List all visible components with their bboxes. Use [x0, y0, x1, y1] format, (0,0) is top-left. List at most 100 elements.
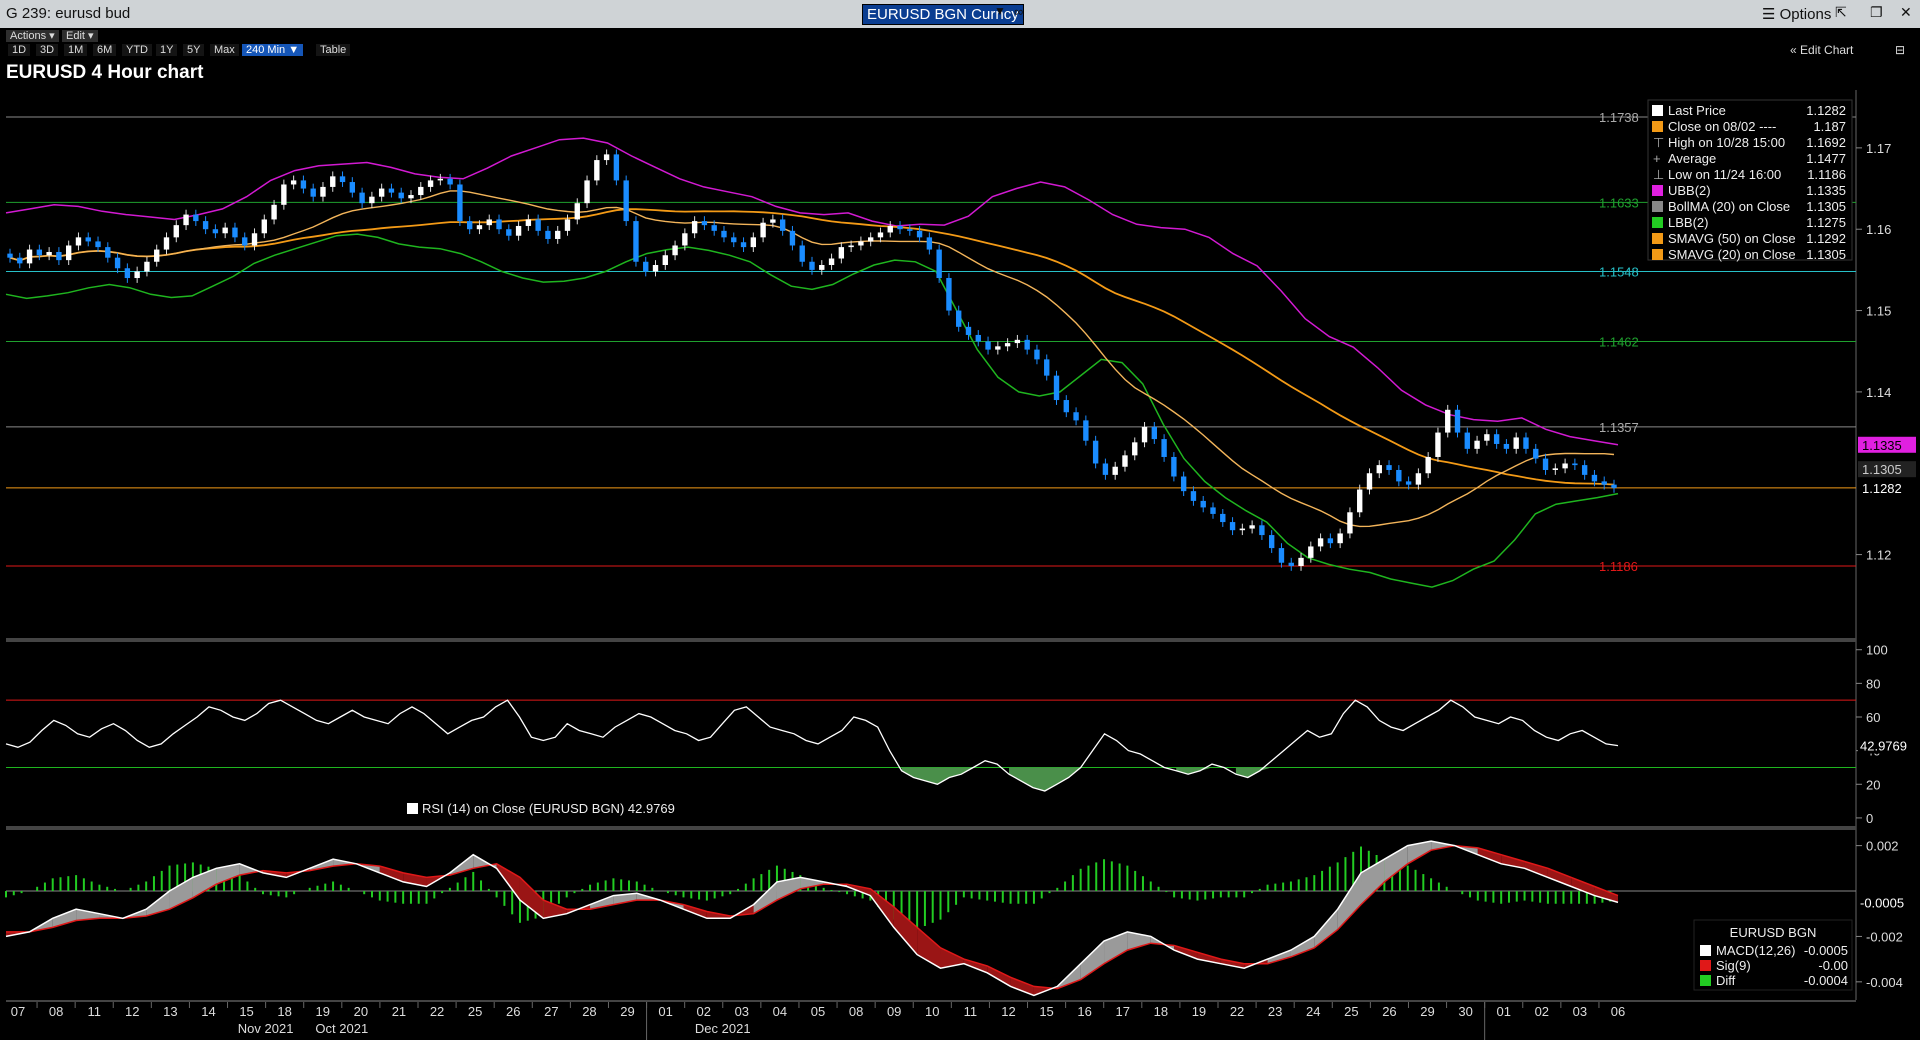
candle-body	[965, 326, 972, 335]
candle-body	[281, 184, 287, 205]
candle-body	[300, 180, 307, 189]
x-tick-label: 12	[1001, 1004, 1015, 1019]
candle-body	[760, 222, 766, 238]
candle-body	[369, 196, 375, 204]
xaxis-divider	[6, 1000, 1856, 1002]
candle-body	[633, 221, 639, 262]
candle-body	[65, 245, 72, 261]
x-tick-label: 26	[1382, 1004, 1396, 1019]
x-tick-label: 16	[1077, 1004, 1091, 1019]
candle-body	[916, 230, 923, 238]
lower-bollinger-band	[5, 233, 1619, 588]
candle-body	[1503, 443, 1510, 449]
candle-body	[1092, 440, 1099, 464]
x-tick-label: 03	[1573, 1004, 1587, 1019]
x-tick-label: 25	[468, 1004, 482, 1019]
candle-body	[711, 225, 717, 231]
macd-signal-fill	[169, 877, 193, 910]
candle-body	[1239, 528, 1246, 531]
candle-body	[975, 334, 981, 342]
candle-body	[1327, 538, 1334, 544]
candle-body	[242, 237, 248, 246]
chart-canvas[interactable]: 1.17 1.16 1.15 1.14 1.12 1.1738 1.1633 1.1548 1.…	[0, 0, 1920, 1040]
legend-value: 1.1692	[1806, 135, 1846, 150]
candle-body	[1523, 437, 1529, 449]
candle-body	[163, 237, 170, 250]
candle-body	[1317, 538, 1324, 547]
candle-body	[310, 188, 316, 197]
candle-body	[594, 160, 600, 181]
price-tick-label: 1.17	[1866, 141, 1891, 156]
x-tick-label: 23	[1268, 1004, 1282, 1019]
legend-glyph: +	[1653, 151, 1661, 166]
x-tick-label: 18	[277, 1004, 291, 1019]
candle-body	[173, 225, 179, 238]
candle-body	[1601, 481, 1607, 485]
rsi-tick-label: 100	[1866, 643, 1888, 658]
macd-tick-label: 0.002	[1866, 839, 1899, 854]
macd-signal-fill	[216, 863, 240, 885]
candle-body	[154, 249, 160, 262]
legend-glyph: ⊤	[1653, 135, 1664, 150]
candle-body	[1044, 359, 1050, 376]
candle-body	[819, 265, 825, 270]
candle-body	[1210, 507, 1216, 514]
candle-body	[1474, 440, 1480, 449]
candle-body	[1151, 426, 1158, 440]
legend-value: 1.1477	[1806, 151, 1846, 166]
macd-signal-fill	[1290, 936, 1315, 957]
candle-body	[7, 253, 13, 258]
sma-20-line	[9, 190, 1615, 528]
x-tick-label: 11	[87, 1004, 101, 1019]
price-tag-label: 1.1282	[1862, 481, 1902, 496]
candle-body	[1376, 465, 1382, 474]
macd-signal-fill	[519, 877, 544, 919]
candle-body	[408, 195, 414, 199]
legend-swatch	[1652, 185, 1663, 196]
horizontal-level-label: 1.1186	[1599, 559, 1638, 574]
candle-body	[1357, 489, 1363, 513]
candle-body	[799, 245, 805, 262]
candle-body	[1415, 473, 1422, 485]
candle-body	[1034, 349, 1040, 360]
candle-body	[85, 237, 91, 242]
candle-body	[672, 245, 678, 256]
candle-body	[427, 180, 434, 187]
price-tag-label: 1.1305	[1862, 462, 1902, 477]
legend-value: 1.1305	[1806, 199, 1846, 214]
month-label: Dec 2021	[695, 1021, 751, 1036]
macd-signal-fill	[1547, 868, 1572, 887]
candle-body	[682, 233, 688, 246]
x-tick-label: 30	[1458, 1004, 1472, 1019]
candle-body	[290, 180, 297, 185]
candle-body	[1004, 343, 1011, 347]
month-label: Oct 2021	[315, 1021, 368, 1036]
x-tick-label: 22	[430, 1004, 444, 1019]
candle-body	[506, 229, 512, 236]
x-tick-label: 09	[887, 1004, 901, 1019]
panel-divider-2	[6, 826, 1856, 830]
candle-body	[486, 219, 492, 226]
legend-label: UBB(2)	[1668, 183, 1711, 198]
candle-body	[1278, 548, 1285, 563]
macd-legend-label: Diff	[1716, 973, 1736, 988]
x-tick-label: 02	[696, 1004, 710, 1019]
price-tick-label: 1.16	[1866, 222, 1891, 237]
x-tick-label: 15	[1039, 1004, 1053, 1019]
x-tick-label: 07	[11, 1004, 25, 1019]
macd-tick-label: -0.004	[1866, 975, 1903, 990]
macd-legend-swatch	[1700, 975, 1711, 986]
candle-body	[1102, 463, 1109, 475]
x-tick-label: 11	[964, 1004, 978, 1019]
macd-legend-title: EURUSD BGN	[1730, 925, 1817, 940]
price-tick-label: 1.14	[1866, 385, 1891, 400]
legend-value: 1.1282	[1806, 103, 1846, 118]
candle-body	[721, 230, 727, 238]
candle-body	[124, 268, 131, 279]
macd-signal-fill	[1314, 909, 1338, 948]
candle-body	[603, 154, 610, 161]
rsi-tick-label: 60	[1866, 710, 1880, 725]
candle-body	[662, 255, 668, 266]
macd-tick-label: -0.002	[1866, 929, 1903, 944]
candle-body	[466, 221, 473, 230]
